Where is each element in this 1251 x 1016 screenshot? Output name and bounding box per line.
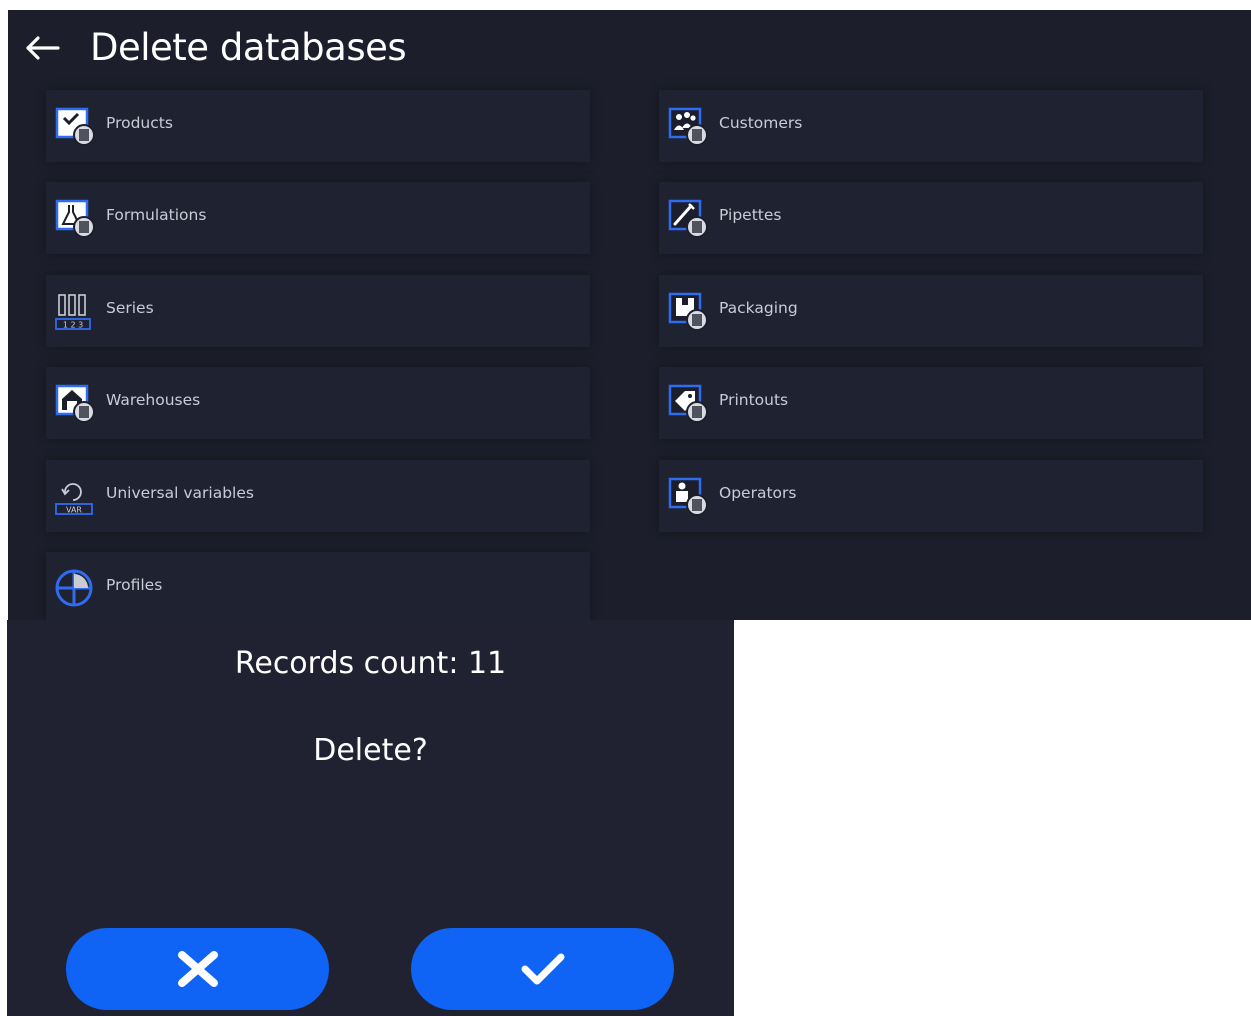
tile-customers[interactable]: Customers [659, 90, 1203, 162]
delete-databases-screen: Delete databases Products Formulations 1… [8, 10, 1251, 620]
tile-pipettes[interactable]: Pipettes [659, 182, 1203, 254]
back-button[interactable] [22, 30, 62, 66]
series-icon: 1 2 3 [55, 294, 91, 330]
svg-text:VAR: VAR [66, 506, 82, 515]
pipettes-db-icon [668, 199, 708, 238]
packaging-db-icon [668, 292, 708, 331]
records-count: Records count: 11 [234, 646, 507, 681]
tile-label: Operators [719, 484, 797, 502]
svg-text:1 2 3: 1 2 3 [63, 321, 83, 330]
arrow-left-icon [26, 36, 60, 60]
close-icon [177, 951, 218, 987]
tile-label: Printouts [719, 391, 789, 409]
formulations-db-icon [55, 199, 95, 238]
delete-question: Delete? [313, 733, 428, 768]
confirm-button[interactable] [411, 928, 674, 1010]
profiles-icon [55, 569, 93, 607]
operators-db-icon [668, 477, 708, 516]
tile-warehouses[interactable]: Warehouses [46, 367, 590, 439]
tile-label: Warehouses [106, 391, 201, 409]
tile-label: Pipettes [719, 206, 782, 224]
tile-label: Customers [719, 114, 803, 132]
tile-label: Packaging [719, 299, 798, 317]
tile-label: Universal variables [106, 484, 254, 502]
page-title: Delete databases [90, 26, 407, 69]
var-icon: VAR [55, 483, 93, 515]
tile-label: Series [106, 299, 154, 317]
products-db-icon [55, 107, 95, 146]
customers-db-icon [668, 107, 708, 146]
tile-label: Formulations [106, 206, 207, 224]
tile-packaging[interactable]: Packaging [659, 275, 1203, 347]
tile-label: Profiles [106, 576, 163, 594]
tile-formulations[interactable]: Formulations [46, 182, 590, 254]
check-icon [521, 953, 564, 985]
printouts-db-icon [668, 384, 708, 423]
tile-products[interactable]: Products [46, 90, 590, 162]
header: Delete databases [8, 10, 1251, 88]
tile-universal-variables[interactable]: VAR Universal variables [46, 460, 590, 532]
tile-profiles[interactable]: Profiles [46, 552, 590, 620]
cancel-button[interactable] [66, 928, 329, 1010]
tile-printouts[interactable]: Printouts [659, 367, 1203, 439]
tile-series[interactable]: 1 2 3 Series [46, 275, 590, 347]
warehouses-db-icon [55, 384, 95, 423]
delete-confirm-dialog: Records count: 11 Delete? [7, 620, 734, 1016]
tile-label: Products [106, 114, 173, 132]
tile-operators[interactable]: Operators [659, 460, 1203, 532]
